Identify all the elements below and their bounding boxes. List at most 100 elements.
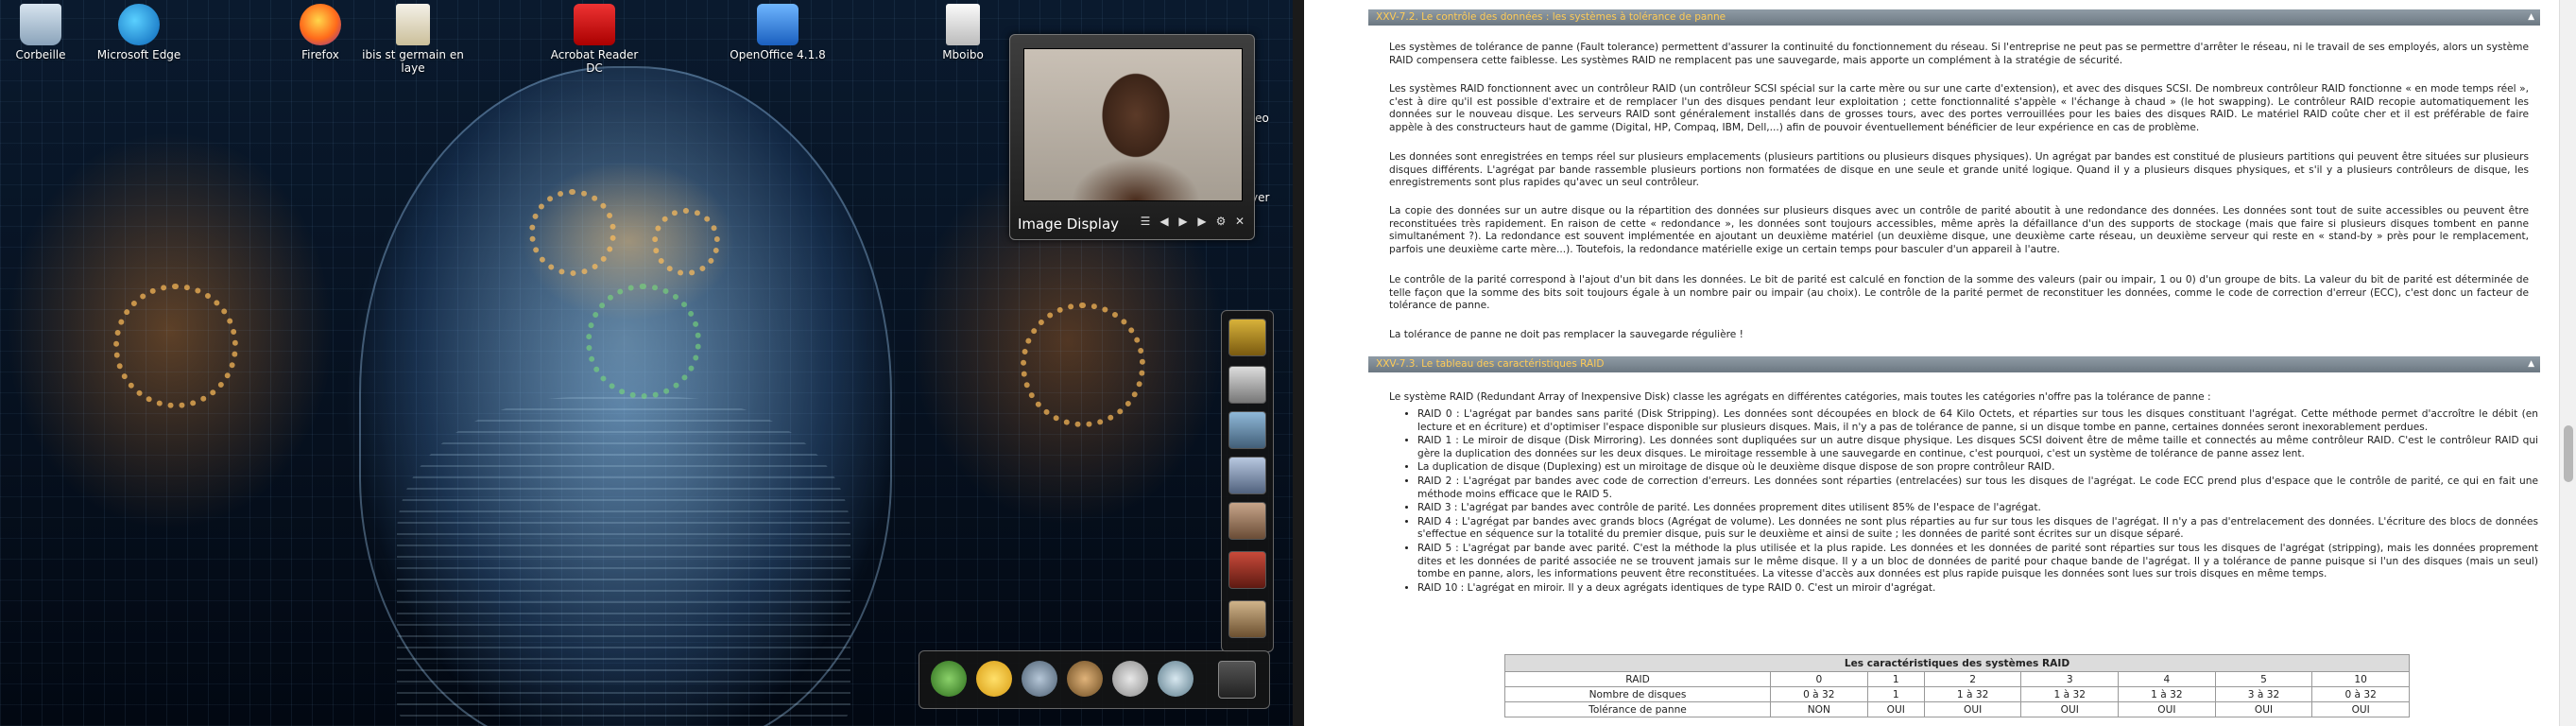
- table-cell: OUI: [2214, 701, 2313, 717]
- section-title: XXV-7.3. Le tableau des caractéristiques…: [1376, 358, 1605, 370]
- gear-doc-icon[interactable]: [1158, 661, 1194, 697]
- desktop-icon-openoffice[interactable]: OpenOffice 4.1.8: [726, 2, 830, 61]
- media-icon[interactable]: [1228, 551, 1266, 589]
- bottom-dock: [919, 650, 1270, 709]
- paragraph: La copie des données sur un autre disque…: [1389, 205, 2529, 255]
- acrobat-icon: [574, 4, 615, 45]
- raid-characteristics-table: Les caractéristiques des systèmes RAID R…: [1504, 654, 2410, 717]
- paragraph: Les systèmes de tolérance de panne (Faul…: [1389, 42, 2529, 66]
- new-sticker-icon[interactable]: [976, 661, 1012, 697]
- image-display-caption: Image Display: [1018, 216, 1120, 233]
- table-cell: 1: [1866, 686, 1925, 702]
- wallpaper-face-lines: [397, 397, 850, 726]
- photo-icon[interactable]: [1228, 411, 1266, 449]
- openoffice-icon: [757, 4, 799, 45]
- desktop-icon-label: OpenOffice 4.1.8: [730, 48, 826, 61]
- settings-icon[interactable]: ⚙: [1214, 215, 1228, 228]
- table-row: Nombre de disques 0 à 32 1 1 à 32 1 à 32…: [1504, 686, 2410, 702]
- previous-icon[interactable]: ◀: [1158, 215, 1171, 228]
- table-cell: 0 à 32: [1770, 686, 1868, 702]
- browser-left-margin: [1304, 0, 1357, 726]
- paragraph-note: La tolérance de panne ne doit pas rempla…: [1389, 329, 1743, 340]
- raid-level-list: RAID 0 : L'agrégat par bandes sans parit…: [1406, 408, 2538, 596]
- edge-icon: [118, 4, 160, 45]
- gallery-icon[interactable]: [1228, 502, 1266, 540]
- side-dock: [1221, 310, 1274, 652]
- wallpaper-gear: [113, 284, 238, 408]
- section-header-7-2[interactable]: XXV-7.2. Le contrôle des données : les s…: [1368, 9, 2540, 26]
- monitor-separator: [1293, 0, 1304, 726]
- search-docs-icon[interactable]: [1112, 661, 1148, 697]
- table-cell: 1 à 32: [2118, 686, 2216, 702]
- list-icon[interactable]: ☰: [1139, 215, 1152, 228]
- list-item: RAID 4 : L'agrégat par bandes avec grand…: [1417, 516, 2538, 542]
- section-intro: Le système RAID (Redundant Array of Inex…: [1389, 391, 2211, 403]
- desktop-icon-ibis[interactable]: ibis st germain en laye: [361, 2, 465, 75]
- collapse-arrow-icon[interactable]: ▲: [2528, 9, 2534, 26]
- desktop-icon-mboibo[interactable]: Mboibo: [911, 2, 1015, 61]
- image-display-gadget[interactable]: Image Display ☰ ◀ ▶ ▶ ⚙ ✕: [1009, 34, 1255, 240]
- table-cell: NON: [1770, 701, 1868, 717]
- desktop-icon-label: Firefox: [301, 48, 339, 61]
- image-display-controls: ☰ ◀ ▶ ▶ ⚙ ✕: [1139, 215, 1246, 228]
- table-row: RAID 0 1 2 3 4 5 10: [1504, 671, 2410, 687]
- vertical-scrollbar[interactable]: [2559, 0, 2576, 726]
- desktop-icon-edge[interactable]: Microsoft Edge: [87, 2, 191, 61]
- list-item: RAID 10 : L'agrégat en miroir. Il y a de…: [1417, 582, 2538, 596]
- chart-icon[interactable]: [931, 661, 967, 697]
- table-cell: Tolérance de panne: [1504, 701, 1771, 717]
- grid-icon[interactable]: [1218, 661, 1256, 699]
- table-cell: 2: [1923, 671, 2022, 687]
- screen-icon[interactable]: [1228, 457, 1266, 494]
- table-cell: OUI: [2311, 701, 2410, 717]
- desktop-icon-firefox[interactable]: Firefox: [268, 2, 372, 61]
- table-cell: 1: [1866, 671, 1925, 687]
- table-cell: OUI: [2118, 701, 2216, 717]
- wallpaper-gear: [1021, 302, 1145, 427]
- section-header-7-3[interactable]: XXV-7.3. Le tableau des caractéristiques…: [1368, 356, 2540, 372]
- collapse-arrow-icon[interactable]: ▲: [2528, 356, 2534, 372]
- scrollbar-thumb[interactable]: [2564, 425, 2573, 482]
- paragraph: Les systèmes RAID fonctionnent avec un c…: [1389, 83, 2529, 133]
- list-item: La duplication de disque (Duplexing) est…: [1417, 461, 2538, 475]
- desktop-icon-label: Microsoft Edge: [96, 48, 181, 61]
- recycle-bin-icon: [20, 4, 61, 45]
- list-item: RAID 5 : L'agrégat par bande avec parité…: [1417, 543, 2538, 581]
- firefox-icon: [300, 4, 341, 45]
- paragraph: Les données sont enregistrées en temps r…: [1389, 151, 2529, 189]
- table-cell: OUI: [1923, 701, 2022, 717]
- desktop-icon-label: ibis st germain en laye: [362, 48, 464, 75]
- desktop: Corbeille Microsoft Edge Firefox ibis st…: [0, 0, 1293, 726]
- table-cell: 4: [2118, 671, 2216, 687]
- document-page: XXV-7.2. Le contrôle des données : les s…: [1357, 0, 2559, 726]
- next-icon[interactable]: ▶: [1195, 215, 1209, 228]
- desktop-icon-acrobat[interactable]: Acrobat Reader DC: [542, 2, 646, 75]
- table-row: Tolérance de panne NON OUI OUI OUI OUI O…: [1504, 701, 2410, 717]
- table-cell: OUI: [1866, 701, 1925, 717]
- table-cell: RAID: [1504, 671, 1771, 687]
- table-cell: 5: [2214, 671, 2313, 687]
- play-icon[interactable]: ▶: [1176, 215, 1190, 228]
- table-cell: 1 à 32: [1923, 686, 2022, 702]
- creator-pack-icon[interactable]: [1228, 319, 1266, 356]
- video-icon[interactable]: [1228, 600, 1266, 638]
- section-title: XXV-7.2. Le contrôle des données : les s…: [1376, 11, 1726, 23]
- users-icon[interactable]: [1067, 661, 1103, 697]
- close-icon[interactable]: ✕: [1233, 215, 1246, 228]
- list-item: RAID 0 : L'agrégat par bandes sans parit…: [1417, 408, 2538, 434]
- tools-icon[interactable]: [1228, 366, 1266, 404]
- desktop-icon-label: Acrobat Reader DC: [550, 48, 639, 75]
- paragraph: Le contrôle de la parité correspond à l'…: [1389, 274, 2529, 312]
- table-cell: 0: [1770, 671, 1868, 687]
- displayed-photo: [1023, 48, 1243, 201]
- document-icon: [396, 4, 430, 45]
- table-cell: OUI: [2020, 701, 2120, 717]
- wallpaper-gear: [586, 284, 701, 399]
- desktop-icon-label: Mboibo: [942, 48, 984, 61]
- list-item: RAID 2 : L'agrégat par bandes avec code …: [1417, 475, 2538, 501]
- desktop-icon-corbeille[interactable]: Corbeille: [0, 2, 93, 61]
- desktop-icon-label: Corbeille: [15, 48, 66, 61]
- table-cell: 1 à 32: [2020, 686, 2120, 702]
- table-cell: 3: [2020, 671, 2120, 687]
- settings-app-icon[interactable]: [1022, 661, 1057, 697]
